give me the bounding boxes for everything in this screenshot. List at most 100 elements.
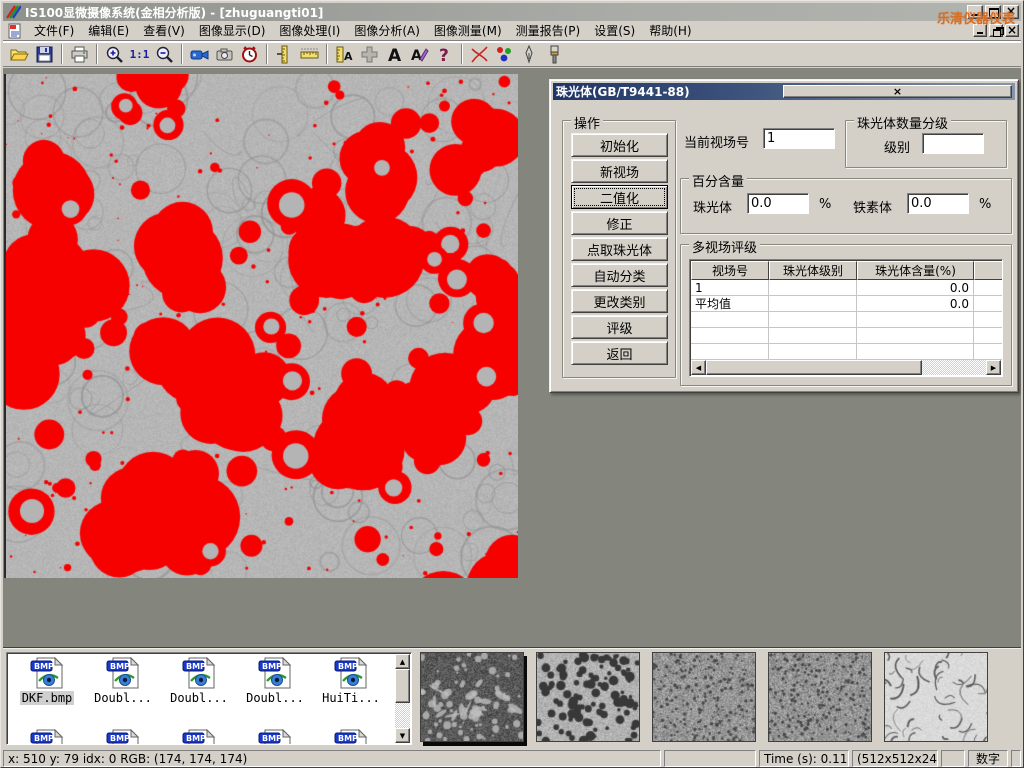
rating-table[interactable]: 视场号珠光体级别珠光体含量(%)铁素体含量(%)10.0平均值0.0 ◀ ▶ — [689, 259, 1003, 377]
curve-tool-button[interactable] — [467, 43, 492, 65]
menu-item-5[interactable]: 图像分析(A) — [347, 22, 427, 40]
menu-item-8[interactable]: 设置(S) — [587, 22, 642, 40]
mdi-minimize-button[interactable] — [973, 24, 987, 37]
table-header-cell[interactable]: 铁素体含量(%) — [974, 261, 1003, 280]
table-row[interactable] — [691, 328, 1003, 344]
pearlite-percent-input[interactable]: 0.0 — [747, 193, 809, 214]
table-row[interactable] — [691, 344, 1003, 360]
current-field-input[interactable]: 1 — [763, 128, 835, 149]
table-row[interactable]: 10.0 — [691, 280, 1003, 296]
op-button-4[interactable]: 点取珠光体 — [571, 237, 668, 261]
video-camera-button[interactable] — [187, 43, 212, 65]
timer-clock-icon — [240, 45, 259, 64]
op-button-3[interactable]: 修正 — [571, 211, 668, 235]
actual-size-button[interactable]: 1:1 — [127, 43, 152, 65]
file-item[interactable]: BMP — [313, 729, 389, 745]
menu-item-3[interactable]: 图像显示(D) — [192, 22, 273, 40]
svg-text:BMP: BMP — [262, 662, 282, 671]
svg-text:?: ? — [439, 46, 449, 64]
file-name[interactable]: HuiTi... — [320, 691, 382, 705]
ruler-button[interactable] — [297, 43, 322, 65]
scroll-down-arrow[interactable]: ▼ — [395, 728, 410, 743]
zoom-in-icon — [105, 45, 124, 64]
scroll-left-arrow[interactable]: ◀ — [691, 360, 706, 375]
file-item[interactable]: BMPHuiTi... — [313, 657, 389, 705]
micrograph-image[interactable] — [4, 74, 518, 578]
table-row[interactable]: 平均值0.0 — [691, 296, 1003, 312]
print-button[interactable] — [67, 43, 92, 65]
classify-points-button[interactable] — [492, 43, 517, 65]
file-item[interactable]: BMPDoubl... — [161, 657, 237, 705]
svg-text:BMP: BMP — [262, 734, 282, 743]
file-item[interactable]: BMP — [237, 729, 313, 745]
file-item[interactable]: BMP Doubl... — [237, 657, 313, 705]
menu-item-7[interactable]: 测量报告(P) — [509, 22, 588, 40]
op-button-6[interactable]: 更改类别 — [571, 289, 668, 313]
timer-clock-button[interactable] — [237, 43, 262, 65]
sample-thumbnail-1[interactable] — [420, 652, 524, 742]
table-header-cell[interactable]: 珠光体含量(%) — [857, 261, 974, 280]
file-item[interactable]: BMP — [85, 729, 161, 745]
processing-time: Time (s): 0.113 — [759, 750, 849, 767]
op-button-8[interactable]: 返回 — [571, 341, 668, 365]
op-button-7[interactable]: 评级 — [571, 315, 668, 339]
pattern-grid-button[interactable] — [357, 43, 382, 65]
file-item[interactable]: BMP — [9, 729, 85, 745]
op-button-0[interactable]: 初始化 — [571, 133, 668, 157]
file-name[interactable]: Doubl... — [92, 691, 154, 705]
minimize-button[interactable] — [967, 5, 983, 19]
help-button[interactable]: ? — [432, 43, 457, 65]
op-button-1[interactable]: 新视场 — [571, 159, 668, 183]
op-button-5[interactable]: 自动分类 — [571, 263, 668, 287]
table-hscrollbar[interactable]: ◀ ▶ — [691, 360, 1001, 375]
sample-thumbnail-2[interactable] — [536, 652, 640, 742]
mdi-close-button[interactable] — [1005, 24, 1019, 37]
file-vscrollbar[interactable]: ▲ ▼ — [395, 654, 410, 743]
table-cell — [691, 328, 769, 344]
scroll-up-arrow[interactable]: ▲ — [395, 654, 410, 669]
menu-item-6[interactable]: 图像测量(M) — [427, 22, 509, 40]
menu-item-9[interactable]: 帮助(H) — [642, 22, 698, 40]
sample-thumbnail-4[interactable] — [768, 652, 872, 742]
sample-thumbnail-3[interactable] — [652, 652, 756, 742]
file-item[interactable]: BMPDoubl... — [85, 657, 161, 705]
file-item[interactable]: BMPDKF.bmp — [9, 657, 85, 705]
mdi-restore-button[interactable] — [989, 24, 1003, 37]
pen-button[interactable] — [517, 43, 542, 65]
vscroll-thumb[interactable] — [395, 669, 410, 703]
capture-camera-button[interactable] — [212, 43, 237, 65]
menu-item-1[interactable]: 编辑(E) — [81, 22, 136, 40]
scroll-right-arrow[interactable]: ▶ — [986, 360, 1001, 375]
zoom-in-button[interactable] — [102, 43, 127, 65]
zoom-out-button[interactable] — [152, 43, 177, 65]
thumbnail-image — [769, 653, 871, 741]
caliper-button[interactable] — [272, 43, 297, 65]
annotate-text-button[interactable]: A — [407, 43, 432, 65]
table-row[interactable] — [691, 312, 1003, 328]
file-name[interactable]: Doubl... — [168, 691, 230, 705]
menu-item-2[interactable]: 查看(V) — [136, 22, 192, 40]
dialog-close-button[interactable]: × — [783, 85, 1012, 98]
measure-scale-button[interactable]: A — [332, 43, 357, 65]
maximize-button[interactable] — [985, 5, 1001, 19]
svg-text:BMP: BMP — [110, 734, 130, 743]
menu-item-4[interactable]: 图像处理(I) — [272, 22, 347, 40]
text-a-button[interactable]: A — [382, 43, 407, 65]
open-file-button[interactable] — [7, 43, 32, 65]
file-name[interactable]: DKF.bmp — [20, 691, 75, 705]
dialog-title-bar[interactable]: 珠光体(GB/T9441-88) × — [553, 83, 1015, 100]
file-name[interactable]: Doubl... — [244, 691, 306, 705]
sample-thumbnail-5[interactable] — [884, 652, 988, 742]
table-header-cell[interactable]: 珠光体级别 — [769, 261, 857, 280]
op-button-2[interactable]: 二值化 — [571, 185, 668, 209]
file-item[interactable]: BMP — [161, 729, 237, 745]
table-header-cell[interactable]: 视场号 — [691, 261, 769, 280]
brush-button[interactable] — [542, 43, 567, 65]
bmp-file-icon: BMP — [257, 657, 293, 689]
hscroll-thumb[interactable] — [706, 360, 922, 375]
ferrite-percent-input[interactable]: 0.0 — [907, 193, 969, 214]
grade-input[interactable] — [922, 133, 984, 154]
menu-item-0[interactable]: 文件(F) — [27, 22, 81, 40]
close-button[interactable] — [1003, 5, 1019, 19]
save-file-button[interactable] — [32, 43, 57, 65]
